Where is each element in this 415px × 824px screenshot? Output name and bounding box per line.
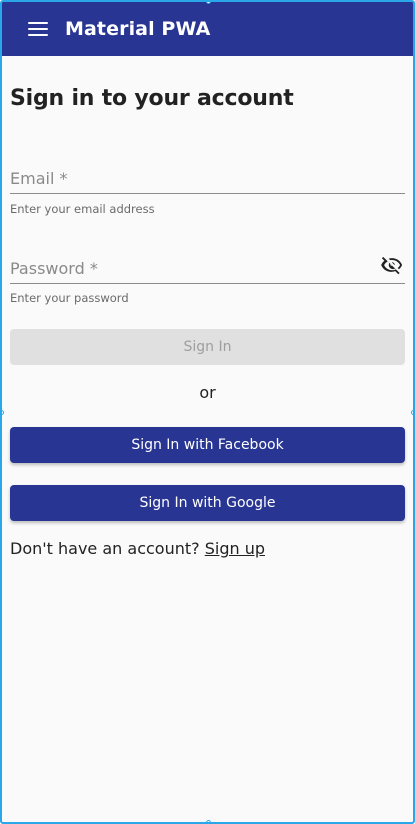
password-underline (10, 283, 405, 284)
device-frame: Material PWA Sign in to your account Ema… (0, 0, 415, 824)
menu-icon[interactable] (28, 22, 48, 36)
facebook-sign-in-button[interactable]: Sign In with Facebook (10, 427, 405, 463)
page-title: Sign in to your account (10, 86, 294, 111)
email-underline (10, 193, 405, 194)
signup-link[interactable]: Sign up (205, 539, 265, 558)
email-input[interactable] (10, 166, 377, 192)
resize-handle-left[interactable] (2, 410, 4, 415)
signup-row: Don't have an account? Sign up (10, 539, 265, 558)
password-input[interactable] (10, 256, 377, 282)
resize-handle-right[interactable] (411, 410, 413, 415)
resize-handle-bottom[interactable] (206, 820, 211, 822)
signup-prompt: Don't have an account? (10, 539, 200, 558)
password-helper-text: Enter your password (10, 291, 129, 305)
app-title: Material PWA (65, 18, 211, 40)
email-field: Email * Enter your email address (10, 166, 405, 226)
password-field: Password * Enter your password (10, 254, 405, 314)
app-bar: Material PWA (2, 2, 413, 56)
or-divider-text: or (199, 383, 216, 402)
sign-in-button[interactable]: Sign In (10, 329, 405, 365)
google-sign-in-button[interactable]: Sign In with Google (10, 485, 405, 521)
visibility-off-icon[interactable] (379, 254, 405, 276)
email-helper-text: Enter your email address (10, 202, 155, 216)
